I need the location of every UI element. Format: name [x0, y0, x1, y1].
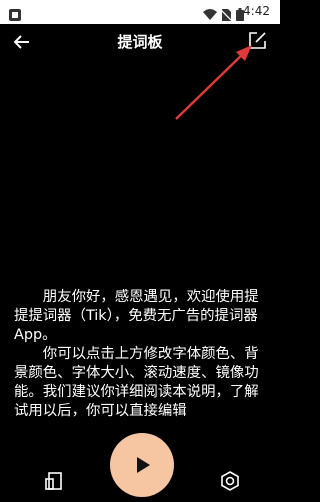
paragraph: 朋友你好，感恩遇见，欢迎使用提提提词器（Tik），免费无广告的提词器App。: [14, 289, 259, 343]
app-icon: [9, 6, 21, 25]
status-time: 4:42: [243, 4, 270, 18]
play-icon: [137, 457, 150, 473]
page-title: 提词板: [117, 33, 163, 51]
paragraph: 你可以点击上方修改字体颜色、背景颜色、字体大小、滚动速度、镜像功能。我们建议你详…: [14, 346, 259, 419]
app-bar: 提词板: [0, 24, 280, 60]
mirror-icon[interactable]: [43, 470, 65, 492]
play-button[interactable]: [110, 433, 174, 497]
edit-icon[interactable]: [246, 30, 268, 52]
wifi-icon: [203, 6, 217, 25]
status-bar: 4:42: [0, 0, 280, 24]
no-sim-icon: [220, 6, 232, 25]
settings-icon[interactable]: [219, 470, 241, 492]
